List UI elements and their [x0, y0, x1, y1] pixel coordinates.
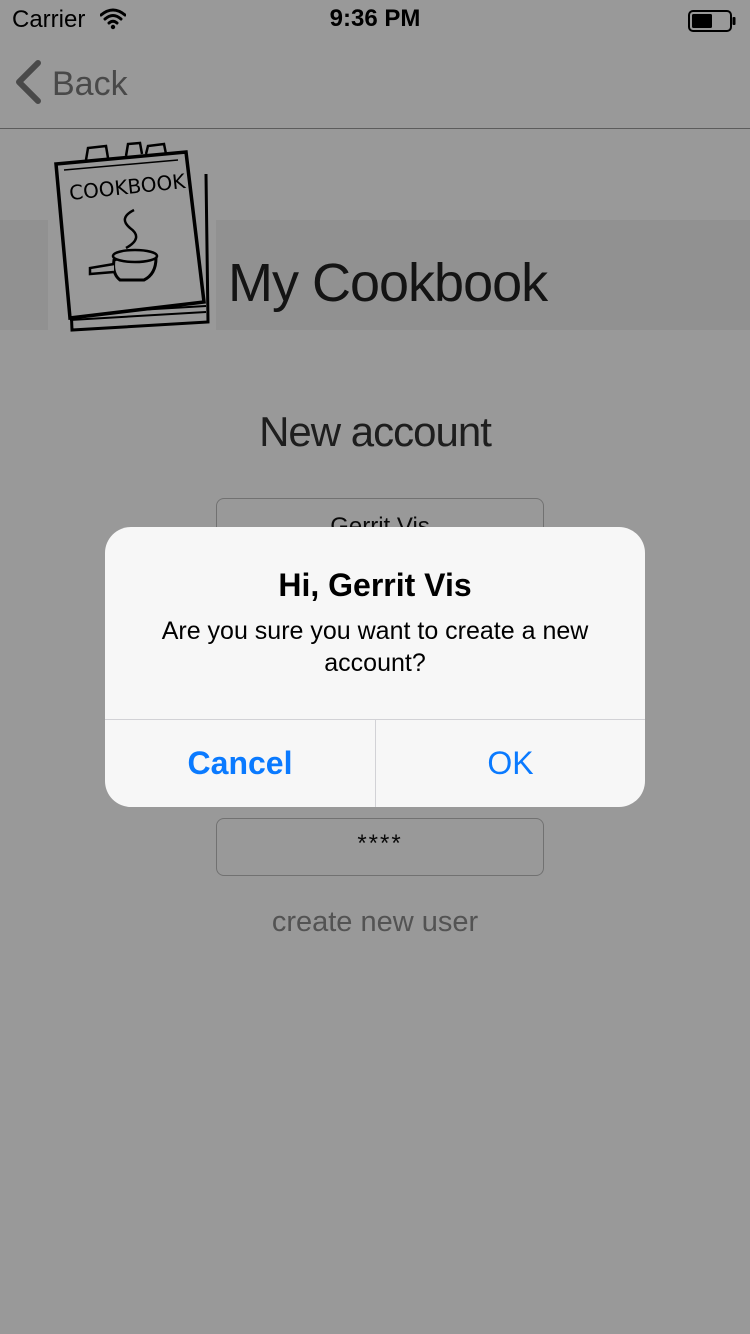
alert-title: Hi, Gerrit Vis — [278, 567, 472, 603]
cancel-button[interactable]: Cancel — [105, 720, 375, 807]
alert-message: Are you sure you want to create a new ac… — [161, 617, 589, 677]
ok-button[interactable]: OK — [376, 720, 645, 807]
app-screen: Carrier 9:36 PM Back COOKBOOK My Cookboo… — [0, 0, 750, 1334]
confirm-alert: Hi, Gerrit Vis Are you sure you want to … — [105, 527, 645, 807]
